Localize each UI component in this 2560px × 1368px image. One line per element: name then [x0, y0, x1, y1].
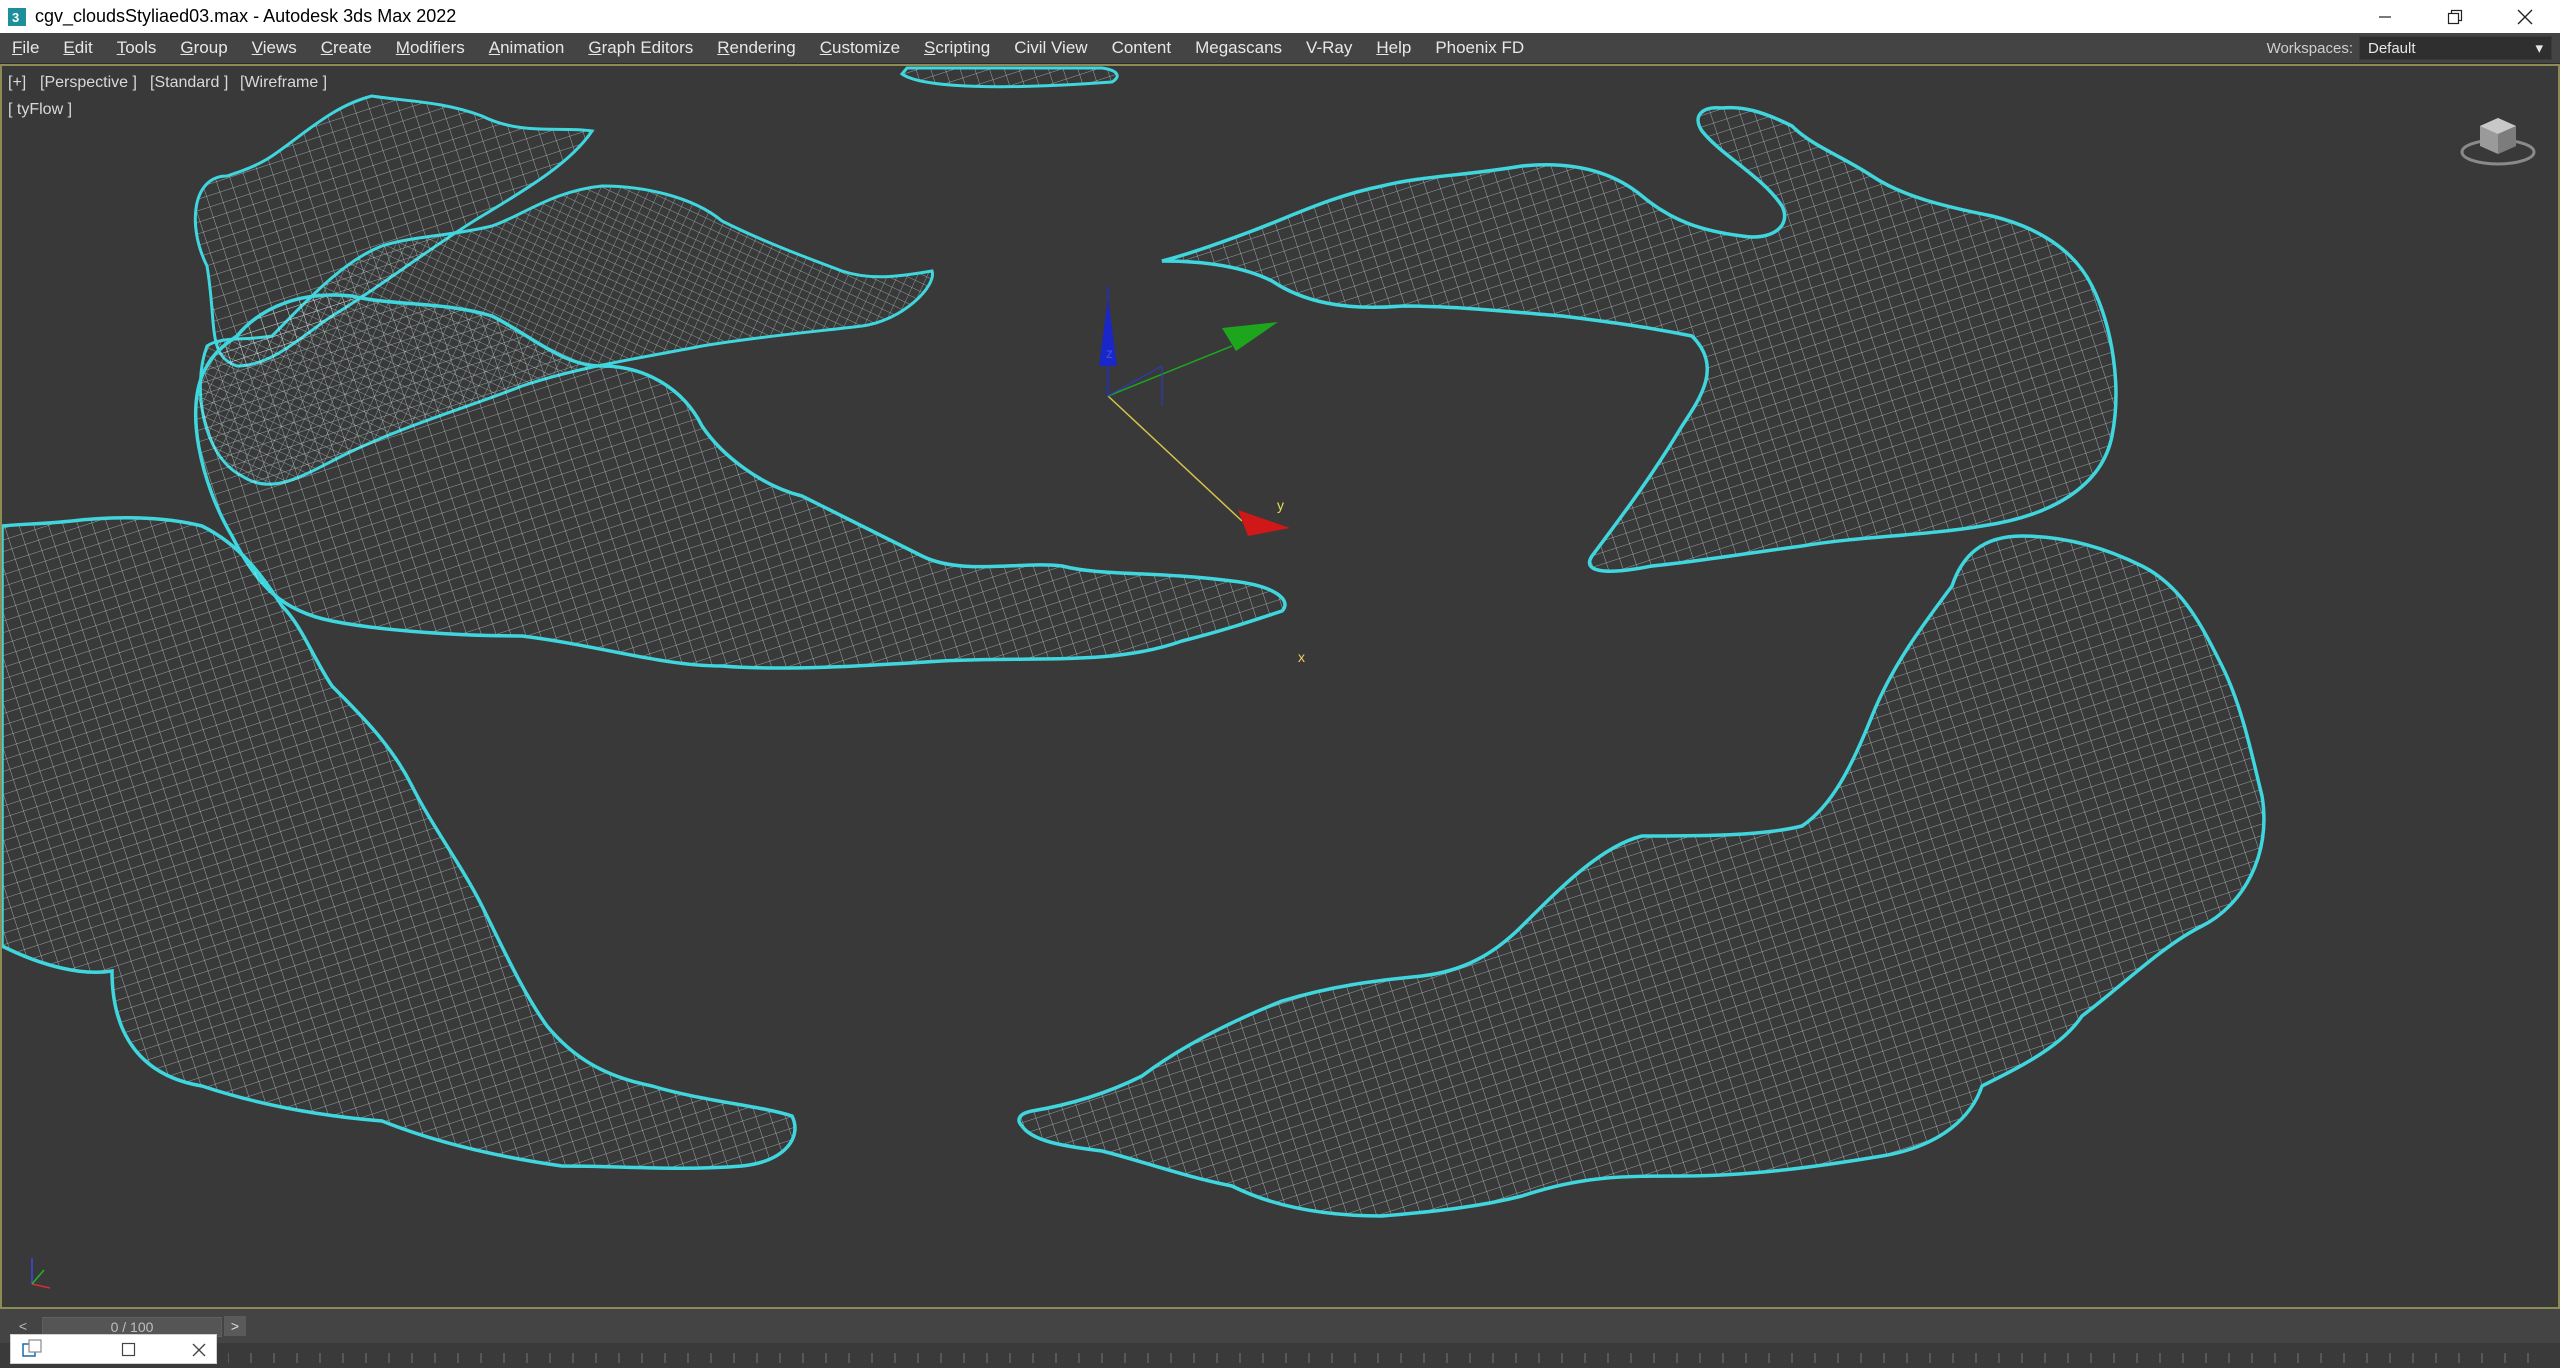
menu-phoenix-fd[interactable]: Phoenix FD: [1423, 33, 1536, 63]
menu-accelerator: E: [63, 38, 75, 57]
menu-modifiers[interactable]: Modifiers: [384, 33, 477, 63]
menu-label: reate: [333, 38, 372, 57]
menu-label: Phoenix FD: [1435, 38, 1525, 57]
minimized-window[interactable]: [10, 1334, 217, 1364]
menu-accelerator: A: [488, 38, 501, 57]
menu-accelerator: G: [180, 38, 194, 57]
maximize-icon[interactable]: [121, 1342, 137, 1358]
menu-label: ile: [22, 38, 40, 57]
menu-accelerator: S: [924, 38, 936, 57]
viewport-menu-plus[interactable]: [+]: [8, 74, 26, 92]
menu-content[interactable]: Content: [1100, 33, 1184, 63]
menu-label: Civil View: [1014, 38, 1088, 57]
close-icon: [2517, 9, 2533, 24]
viewport-tyflow-label[interactable]: [ tyFlow ]: [8, 101, 72, 119]
menu-label: roup: [193, 38, 228, 57]
workspaces-dropdown[interactable]: Default ▾: [2359, 36, 2552, 60]
menu-customize[interactable]: Customize: [808, 33, 912, 63]
menu-create[interactable]: Create: [309, 33, 384, 63]
window-thumbnail-icon: [22, 1339, 42, 1357]
menu-label: iews: [262, 38, 297, 57]
menu-label: ools: [125, 38, 157, 57]
track-bar-ticks: [228, 1353, 2529, 1363]
minimize-button[interactable]: [2350, 0, 2420, 33]
menu-label: Content: [1111, 38, 1172, 57]
menu-label: V-Ray: [1306, 38, 1353, 57]
gizmo-y-label: y: [1277, 497, 1284, 513]
menu-rendering[interactable]: Rendering: [705, 33, 807, 63]
menu-label: dit: [74, 38, 93, 57]
window-title: cgv_cloudsStyliaed03.max - Autodesk 3ds …: [35, 6, 457, 26]
3ds-max-app-icon[interactable]: 3: [8, 7, 26, 26]
viewport-scene[interactable]: x y z: [2, 66, 2558, 1307]
workspace-value: Default: [2368, 39, 2416, 57]
track-bar[interactable]: [0, 1343, 2560, 1368]
title-bar: 3 cgv_cloudsStyliaed03.max - Autodesk 3d…: [0, 0, 2560, 33]
menu-items: File Edit Tools Group Views Create Modifiers An…: [0, 33, 1536, 63]
menu-accelerator: C: [320, 38, 334, 57]
menu-file[interactable]: File: [0, 33, 51, 63]
axis-tripod: [31, 1258, 51, 1289]
gizmo-x-label: x: [1298, 649, 1305, 665]
svg-text:3: 3: [12, 10, 19, 25]
menu-accelerator: F: [12, 38, 23, 57]
gizmo-x-arrow[interactable]: [1238, 510, 1290, 536]
cloud-mesh-center-left[interactable]: [194, 293, 1287, 670]
menu-edit[interactable]: Edit: [51, 33, 104, 63]
next-frame-button[interactable]: >: [224, 1316, 246, 1336]
menu-graph-editors[interactable]: Graph Editors: [576, 33, 705, 63]
menu-civil-view[interactable]: Civil View: [1002, 33, 1099, 63]
menu-accelerator: T: [116, 38, 126, 57]
restore-button[interactable]: [2420, 0, 2490, 33]
viewport-point-of-view[interactable]: [Perspective ]: [40, 74, 137, 92]
menu-accelerator: R: [717, 38, 730, 57]
menu-accelerator: G: [588, 38, 602, 57]
menu-label: odifiers: [409, 38, 465, 57]
perspective-viewport[interactable]: x y z [+] [Perspective ] [Standard ] [Wi…: [0, 64, 2560, 1309]
restore-icon: [2447, 9, 2463, 24]
menu-label: raph Editors: [601, 38, 694, 57]
viewport-shading-mode[interactable]: [Wireframe ]: [240, 74, 327, 92]
menu-scripting[interactable]: Scripting: [912, 33, 1002, 63]
menu-accelerator: C: [819, 38, 832, 57]
menu-help[interactable]: Help: [1364, 33, 1423, 63]
menu-group[interactable]: Group: [168, 33, 239, 63]
cloud-mesh-top-sliver[interactable]: [899, 66, 1119, 89]
menu-megascans[interactable]: Megascans: [1183, 33, 1294, 63]
viewcube-icon[interactable]: [2458, 104, 2538, 170]
menu-label: cripting: [935, 38, 991, 57]
time-slider-bar: < 0 / 100 >: [0, 1309, 2560, 1343]
menu-tools[interactable]: Tools: [105, 33, 169, 63]
previous-frame-button[interactable]: <: [12, 1316, 34, 1336]
workspaces-label: Workspaces:: [2266, 39, 2353, 57]
menu-label: elp: [1388, 38, 1412, 57]
menu-accelerator: V: [251, 38, 263, 57]
menu-bar: File Edit Tools Group Views Create Modifiers An…: [0, 33, 2560, 63]
menu-label: endering: [729, 38, 796, 57]
cloud-mesh-right-upper[interactable]: [1161, 105, 2118, 573]
menu-v-ray[interactable]: V-Ray: [1294, 33, 1364, 63]
menu-animation[interactable]: Animation: [477, 33, 577, 63]
menu-accelerator: H: [1376, 38, 1389, 57]
menu-views[interactable]: Views: [240, 33, 309, 63]
close-icon[interactable]: [191, 1342, 207, 1358]
menu-accelerator: M: [395, 38, 410, 57]
chevron-down-icon: ▾: [2535, 40, 2543, 57]
menu-label: Megascans: [1195, 38, 1283, 57]
close-button[interactable]: [2490, 0, 2560, 33]
minimize-icon: [2379, 15, 2391, 18]
gizmo-z-label: z: [1106, 345, 1113, 361]
viewport-shading-standard[interactable]: [Standard ]: [150, 74, 228, 92]
cloud-mesh-right-lower[interactable]: [1017, 534, 2266, 1218]
menu-label: nimation: [500, 38, 565, 57]
menu-label: ustomize: [832, 38, 901, 57]
workspaces: Workspaces: Default ▾: [2267, 33, 2552, 63]
